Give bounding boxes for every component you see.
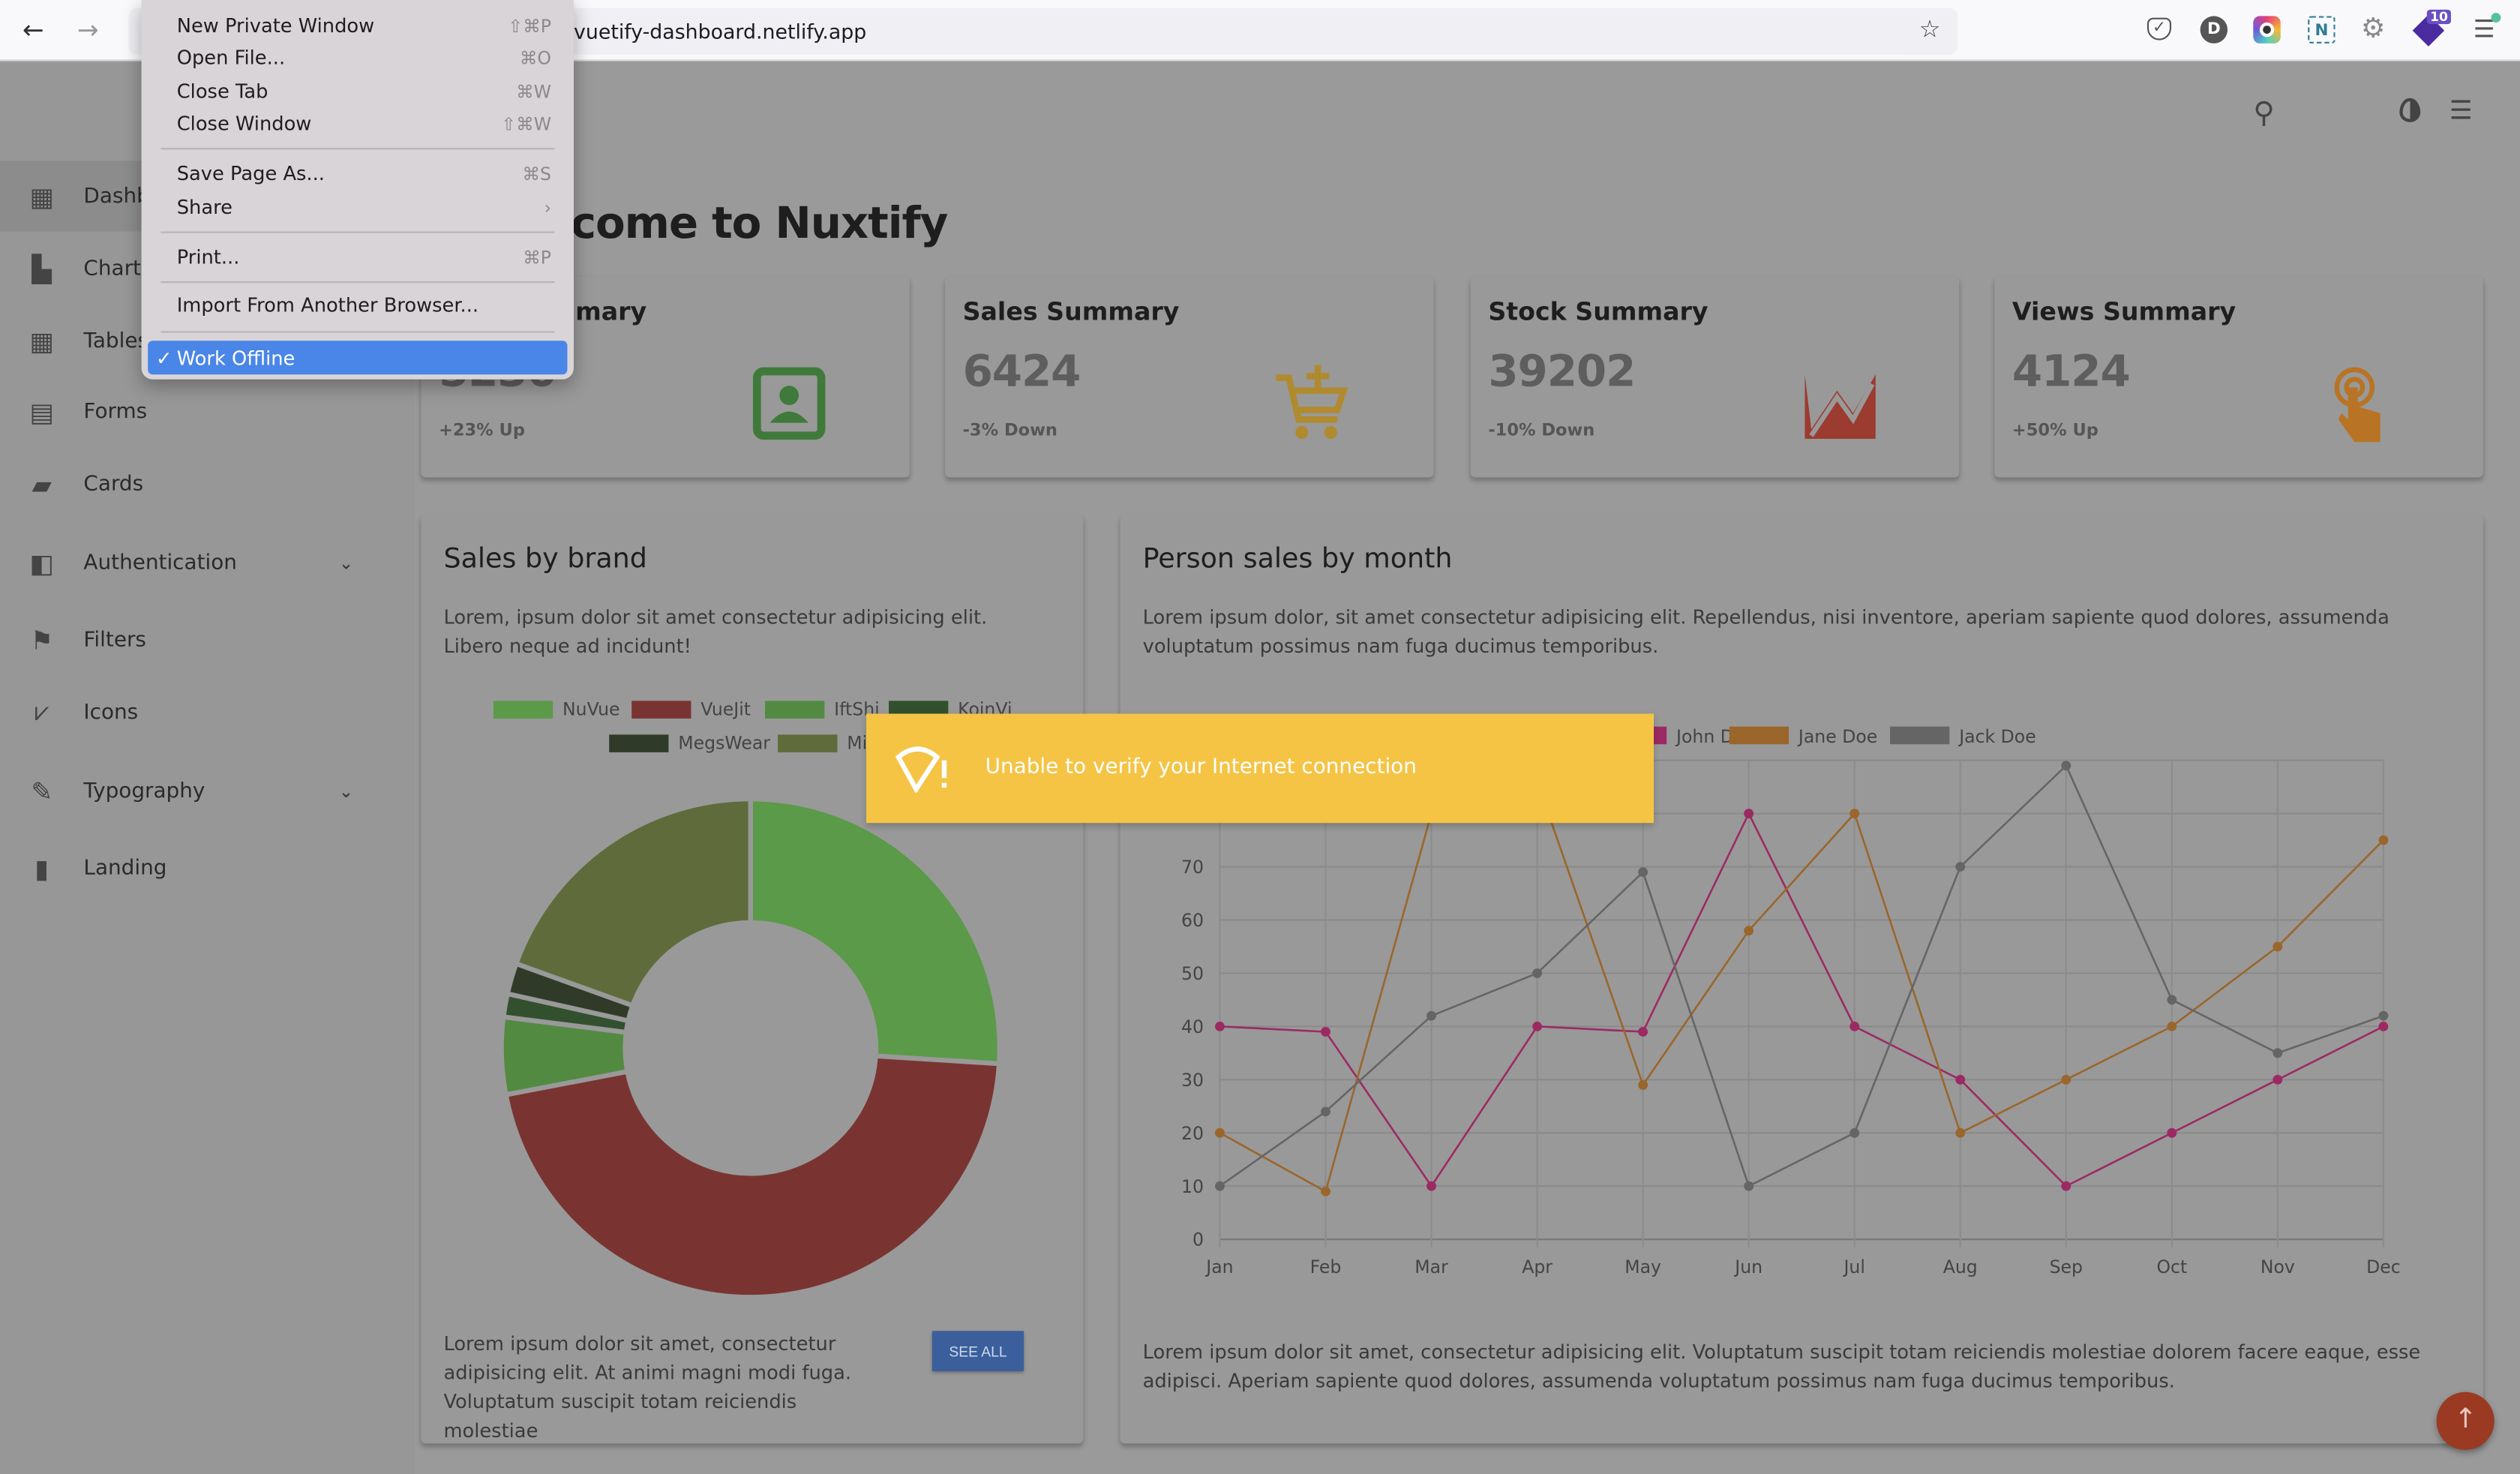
- y-tick-label: 30: [1181, 1070, 1204, 1091]
- y-tick-label: 40: [1181, 1016, 1204, 1037]
- menu-item-close-tab[interactable]: Close Tab ⌘W: [177, 77, 551, 107]
- series-line-jane-doe: [1219, 780, 2384, 1193]
- series-line-jack-doe: [1219, 764, 2384, 1188]
- menu-item-label: Save Page As...: [176, 162, 325, 185]
- menu-shortcut: ⌘O: [519, 47, 552, 69]
- data-point[interactable]: [1426, 1181, 1436, 1191]
- data-point[interactable]: [1955, 1074, 1966, 1085]
- y-tick-label: 70: [1181, 857, 1204, 878]
- legend-swatch: [1890, 726, 1950, 745]
- data-point[interactable]: [2272, 1048, 2283, 1058]
- x-tick-label: Nov: [2260, 1256, 2295, 1277]
- menu-item-work-offline[interactable]: ✓ Work Offline: [148, 341, 568, 375]
- toast-message: Unable to verify your Internet connectio…: [985, 755, 1417, 780]
- menu-shortcut: ⌘S: [522, 163, 552, 185]
- data-point[interactable]: [1321, 1106, 1330, 1117]
- file-menu: New Private Window ⇧⌘P Open File... ⌘O Close…: [141, 0, 574, 380]
- data-point[interactable]: [2378, 835, 2389, 845]
- menu-item-label: Close Tab: [176, 80, 268, 104]
- menu-separator: [160, 331, 555, 333]
- menu-item-label: Share: [176, 196, 232, 219]
- data-point[interactable]: [1850, 809, 1860, 818]
- data-point[interactable]: [2272, 941, 2283, 952]
- data-point[interactable]: [1532, 968, 1543, 978]
- y-tick-label: 50: [1181, 963, 1204, 984]
- x-tick-label: Dec: [2366, 1256, 2401, 1277]
- x-tick-label: Oct: [2156, 1256, 2187, 1277]
- menu-item-label: Work Offline: [176, 346, 296, 369]
- wifi-alert-icon: [895, 746, 947, 793]
- menu-separator: [160, 148, 555, 150]
- data-point[interactable]: [1321, 1027, 1330, 1037]
- x-tick-label: Aug: [1943, 1256, 1978, 1277]
- y-tick-label: 20: [1181, 1123, 1204, 1144]
- menu-item-label: New Private Window: [176, 14, 375, 38]
- data-point[interactable]: [1744, 926, 1754, 936]
- data-point[interactable]: [1955, 862, 1966, 872]
- menu-item-print[interactable]: Print... ⌘P: [177, 243, 551, 272]
- menu-separator: [160, 281, 555, 284]
- data-point[interactable]: [1744, 1181, 1754, 1191]
- menu-item-save-page-as[interactable]: Save Page As... ⌘S: [177, 159, 551, 188]
- y-tick-label: 60: [1181, 910, 1204, 931]
- checkmark-icon: ✓: [155, 346, 172, 369]
- data-point[interactable]: [1744, 809, 1754, 818]
- data-point[interactable]: [1638, 1027, 1648, 1037]
- data-point[interactable]: [1955, 1127, 1966, 1138]
- menu-shortcut: ⇧⌘W: [501, 113, 552, 134]
- menu-item-new-private-window[interactable]: New Private Window ⇧⌘P: [177, 11, 551, 41]
- menu-item-label: Close Window: [176, 113, 312, 136]
- data-point[interactable]: [1426, 1010, 1436, 1021]
- data-point[interactable]: [1215, 1181, 1225, 1191]
- data-point[interactable]: [1321, 1186, 1330, 1196]
- data-point[interactable]: [2061, 1181, 2072, 1191]
- data-point[interactable]: [2272, 1074, 2283, 1085]
- menu-item-label: Open File...: [176, 47, 286, 70]
- data-point[interactable]: [2061, 761, 2072, 771]
- menu-shortcut: ⇧⌘P: [508, 15, 552, 37]
- scroll-top-button[interactable]: ↑: [2436, 1391, 2494, 1450]
- x-tick-label: Jun: [1733, 1256, 1762, 1277]
- x-tick-label: Jul: [1842, 1256, 1864, 1277]
- x-tick-label: May: [1624, 1256, 1661, 1277]
- menu-item-close-window[interactable]: Close Window ⇧⌘W: [177, 110, 551, 139]
- data-point[interactable]: [2378, 1010, 2389, 1021]
- x-tick-label: Mar: [1414, 1256, 1448, 1277]
- data-point[interactable]: [1850, 1021, 1860, 1031]
- legend-label[interactable]: Jack Doe: [1958, 726, 2036, 747]
- offline-toast: Unable to verify your Internet connectio…: [866, 713, 1654, 824]
- menu-item-label: Print...: [176, 245, 240, 269]
- menu-item-share[interactable]: Share ›: [177, 193, 551, 222]
- data-point[interactable]: [1638, 867, 1648, 878]
- legend-swatch: [1729, 726, 1790, 745]
- data-point[interactable]: [1215, 1127, 1225, 1138]
- x-tick-label: Sep: [2050, 1256, 2083, 1277]
- menu-shortcut: ⌘P: [523, 246, 552, 268]
- data-point[interactable]: [1215, 1021, 1225, 1031]
- data-point[interactable]: [1638, 1079, 1648, 1090]
- menu-shortcut: ›: [544, 197, 552, 218]
- data-point[interactable]: [2378, 1021, 2389, 1031]
- y-tick-label: 0: [1192, 1229, 1204, 1250]
- menu-shortcut: ⌘W: [516, 81, 552, 103]
- data-point[interactable]: [1850, 1127, 1860, 1138]
- menu-item-open-file[interactable]: Open File... ⌘O: [177, 44, 551, 73]
- data-point[interactable]: [2167, 1127, 2177, 1138]
- menu-item-import-from-another-browser[interactable]: Import From Another Browser...: [177, 291, 551, 320]
- legend-label[interactable]: Jane Doe: [1797, 726, 1877, 747]
- y-tick-label: 10: [1181, 1176, 1204, 1197]
- menu-separator: [160, 231, 555, 233]
- x-tick-label: Feb: [1310, 1256, 1342, 1277]
- menu-item-label: Import From Another Browser...: [176, 294, 479, 317]
- data-point[interactable]: [1532, 1021, 1543, 1031]
- data-point[interactable]: [2167, 995, 2177, 1005]
- data-point[interactable]: [2167, 1021, 2177, 1031]
- data-point[interactable]: [2061, 1074, 2072, 1085]
- x-tick-label: Apr: [1522, 1256, 1552, 1277]
- series-line-john-doe: [1220, 811, 2384, 1188]
- x-tick-label: Jan: [1204, 1256, 1233, 1277]
